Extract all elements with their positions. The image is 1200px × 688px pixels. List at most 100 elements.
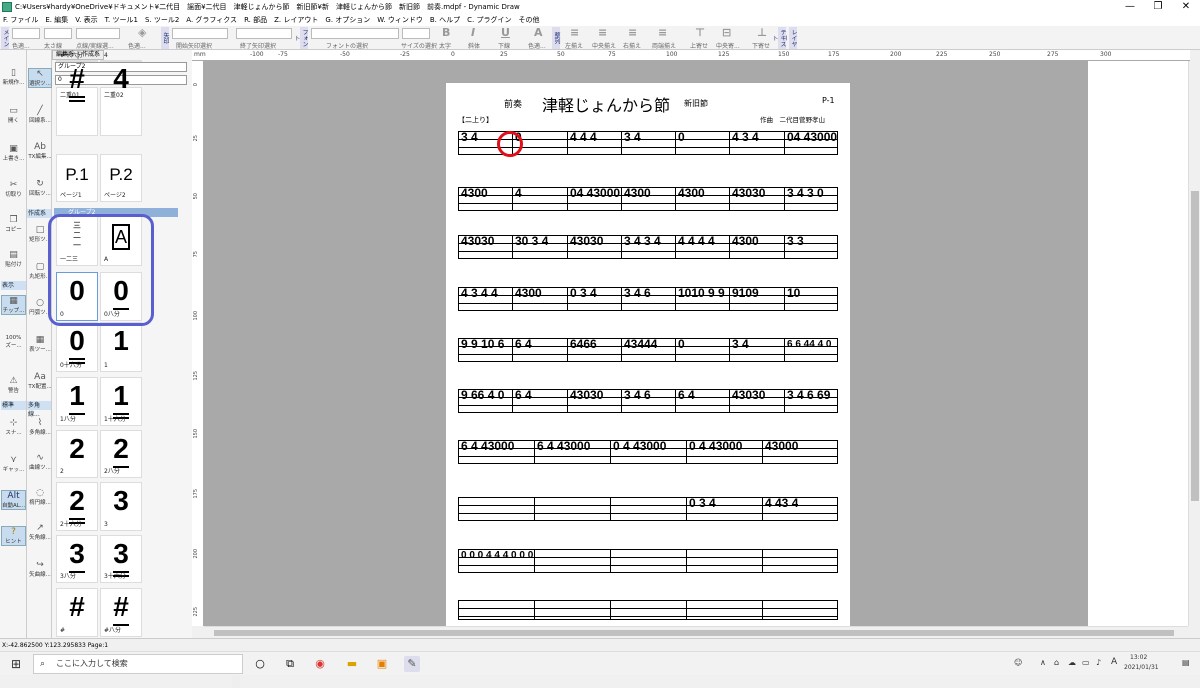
menu-layout[interactable]: Z. レイアウト (274, 15, 318, 25)
save-button[interactable]: ▣ 上書き... (1, 144, 26, 162)
font-select[interactable] (311, 28, 399, 39)
menu-tool2[interactable]: S. ツール2 (145, 15, 179, 25)
score-system[interactable] (458, 600, 838, 620)
text-edit-button[interactable]: Ab TX編集... (28, 142, 52, 160)
taskbar-search[interactable]: ⌕ ここに入力して検索 (33, 654, 243, 674)
size-select[interactable] (402, 28, 430, 39)
menu-graphics[interactable]: A. グラフィクス (186, 15, 237, 25)
cortana-icon[interactable]: ○ (252, 656, 268, 672)
office-icon[interactable]: ▣ (374, 656, 390, 672)
rotate-tool-button[interactable]: ↻ 回転ツ... (28, 179, 52, 197)
file-explorer-icon[interactable]: ▬ (344, 656, 360, 672)
new-button[interactable]: ▯ 新規作... (1, 68, 26, 86)
text-color-icon[interactable]: A (534, 27, 543, 39)
warning-button[interactable]: ⚠ 警告 (1, 376, 26, 394)
menu-other[interactable]: その他 (518, 15, 539, 25)
horizontal-scroll-thumb[interactable] (214, 630, 1174, 636)
align-top-icon[interactable]: ⊤ (695, 27, 705, 39)
score-page[interactable]: 前奏 津軽じょんから節 新旧節 P-1 【二上り】 作曲 二代目菅野孝山 3 4… (446, 83, 850, 626)
menu-parts[interactable]: R. 部品 (244, 15, 267, 25)
chip-21[interactable]: # #十六分 (56, 52, 98, 102)
ime-indicator[interactable]: A (1111, 657, 1117, 667)
chip-3[interactable]: P.1 ページ1 (56, 154, 98, 202)
chip-20[interactable]: # #八分 (100, 588, 142, 637)
chip-15[interactable]: 2 2十六分 (56, 482, 98, 531)
score-system[interactable]: 4300 4 04 43000 4300 4300 43030 3 4 3 0 (458, 187, 838, 211)
dash-select[interactable] (76, 28, 120, 39)
score-system[interactable]: 9 66 4 0 6 4 43030 3 4 6 6 4 43030 3 4 6 69 (458, 389, 838, 413)
canvas[interactable]: 前奏 津軽じょんから節 新旧節 P-1 【二上り】 作曲 二代目菅野孝山 3 4… (204, 61, 1088, 626)
menu-window[interactable]: W. ウィンドウ (377, 15, 423, 25)
zoom-button[interactable]: 100% ズー... (1, 335, 26, 349)
chip-13[interactable]: 22 (56, 430, 98, 478)
menu-plugin[interactable]: C. プラグイン (467, 15, 511, 25)
task-view-icon[interactable]: ⧉ (282, 656, 298, 672)
curve-tool-button[interactable]: ∿ 曲線ツ... (28, 453, 52, 471)
chip-19[interactable]: # # (56, 588, 98, 637)
cloud-icon[interactable]: ☁ (1068, 658, 1076, 667)
score-system[interactable]: 0 0 0 4 4 4 0 0 0 (458, 549, 838, 573)
volume-icon[interactable]: ♪ (1096, 658, 1101, 667)
chip-4[interactable]: P.2 ページ2 (100, 154, 142, 202)
menu-help[interactable]: B. ヘルプ (430, 15, 460, 25)
text-place-button[interactable]: Aa TX配置... (28, 372, 52, 390)
menu-edit[interactable]: E. 編集 (45, 15, 68, 25)
snap-button[interactable]: ⊹ スナ... (1, 418, 26, 436)
score-system[interactable]: 6 4 43000 6 4 43000 0 4 43000 0 4 43000 4300… (458, 440, 838, 464)
open-button[interactable]: ▭ 開く (1, 106, 26, 124)
score-system[interactable]: 0 3 4 4 43 4 (458, 497, 838, 521)
minimize-button[interactable]: — (1116, 0, 1144, 14)
horizontal-scrollbar[interactable] (204, 626, 1188, 638)
chevron-up-icon[interactable]: ∧ (1040, 658, 1046, 667)
align-bottom-icon[interactable]: ⊥ (757, 27, 767, 39)
chrome-icon[interactable]: ◉ (312, 656, 328, 672)
arrow-curve-button[interactable]: ↪ 矢曲線... (28, 560, 52, 578)
chip-18[interactable]: 3 3十六分 (100, 535, 142, 583)
arrow-start-select[interactable] (172, 28, 228, 39)
arrow-end-select[interactable] (236, 28, 292, 39)
ellipse-line-button[interactable]: ◌ 楕円線... (28, 488, 52, 506)
copy-button[interactable]: ❐ コピー (1, 215, 26, 233)
paste-button[interactable]: ▤ 貼付け (1, 250, 26, 268)
chip-11[interactable]: 1 1八分 (56, 377, 98, 426)
people-icon[interactable]: ☺ (1014, 658, 1022, 667)
table-tool-button[interactable]: ▦ 表ツー... (28, 335, 52, 353)
line-tool-button[interactable]: ╱ 回線系... (28, 106, 52, 124)
clock-date[interactable]: 2021/01/31 (1124, 664, 1159, 671)
arrow-polyline-button[interactable]: ↗ 矢角線... (28, 523, 52, 541)
vertical-scroll-thumb[interactable] (1191, 191, 1199, 501)
maximize-button[interactable]: ❐ (1144, 0, 1172, 14)
line-width-select[interactable] (44, 28, 72, 39)
menu-file[interactable]: F. ファイル (3, 15, 38, 25)
notification-icon[interactable]: ▤ (1182, 658, 1190, 667)
color-select-1[interactable] (12, 28, 40, 39)
network-icon[interactable]: ⌂ (1054, 658, 1059, 667)
select-tool-button[interactable]: ↖ 選択ツ... (28, 68, 52, 88)
close-button[interactable]: ✕ (1172, 0, 1200, 14)
hint-button[interactable]: ? ヒント (1, 526, 26, 546)
menu-tool1[interactable]: T. ツール1 (105, 15, 138, 25)
align-right-icon[interactable]: ≡ (628, 27, 637, 39)
chip-button[interactable]: ▦ チップ... (1, 295, 26, 315)
score-system[interactable]: 43030 30 3 4 43030 3 4 3 4 4 4 4 4 4300 3 3 (458, 235, 838, 259)
battery-icon[interactable]: ▭ (1082, 658, 1090, 667)
align-left-icon[interactable]: ≡ (570, 27, 579, 39)
paint-bucket-icon[interactable]: ◈ (138, 27, 146, 39)
chip-16[interactable]: 33 (100, 482, 142, 531)
chip-12[interactable]: 1 1十六分 (100, 377, 142, 426)
dynamic-draw-icon[interactable]: ✎ (404, 656, 420, 672)
chip-17[interactable]: 3 3八分 (56, 535, 98, 583)
clock-time[interactable]: 13:02 (1130, 654, 1147, 661)
auto-align-button[interactable]: Alt 自動AL... (1, 490, 26, 510)
polyline-tool-button[interactable]: ⌇ 多角線... (28, 418, 52, 436)
gap-button[interactable]: ⋎ ギャッ... (1, 455, 26, 473)
justify-icon[interactable]: ≡ (658, 27, 667, 39)
bold-icon[interactable]: B (442, 27, 450, 39)
chip-10[interactable]: 11 (100, 322, 142, 372)
chip-22[interactable]: 44 (100, 52, 142, 94)
windows-start-icon[interactable]: ⊞ (8, 656, 24, 672)
align-center-icon[interactable]: ≡ (598, 27, 607, 39)
menu-options[interactable]: G. オプション (325, 15, 370, 25)
cut-button[interactable]: ✂ 切取り (1, 180, 26, 198)
score-system[interactable]: 4 3 4 4 4300 0 3 4 3 4 6 1010 9 9 9109 10 (458, 287, 838, 311)
